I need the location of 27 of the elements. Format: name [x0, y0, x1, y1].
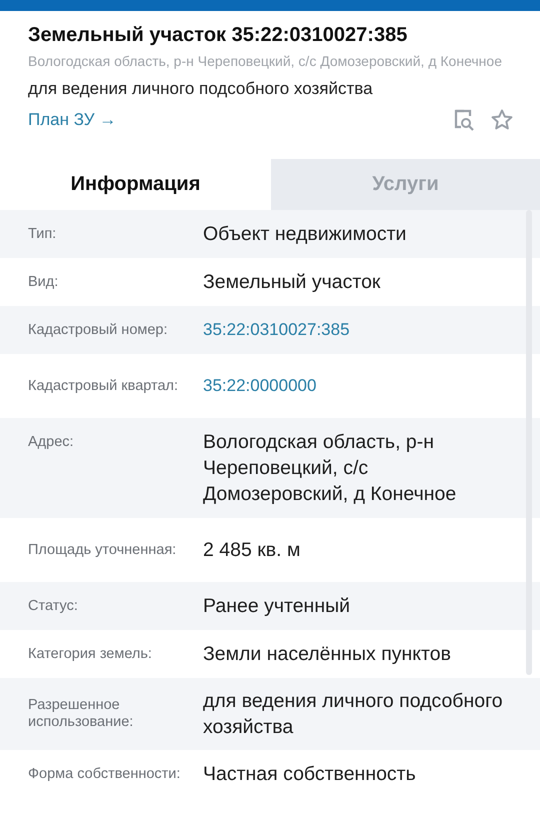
field-label: Категория земель:	[28, 646, 153, 662]
field-label: Разрешенное использование:	[28, 697, 134, 731]
field-label: Статус:	[28, 598, 79, 614]
field-label: Адрес:	[28, 434, 75, 451]
field-label: Кадастровый квартал:	[28, 378, 180, 394]
field-label: Кадастровый номер:	[28, 322, 169, 338]
field-label: Тип:	[28, 226, 58, 242]
field-value: для ведения личного подсобного хозяйства	[203, 689, 504, 740]
field-value: Земельный участок	[203, 270, 382, 295]
field-value: Частная собственность	[203, 762, 417, 787]
field-value: Объект недвижимости	[203, 222, 408, 247]
star-icon[interactable]	[490, 108, 514, 132]
field-label: Площадь уточненная:	[28, 542, 178, 558]
field-value: Земли населённых пунктов	[203, 642, 452, 667]
field-link[interactable]: 35:22:0000000	[203, 373, 516, 399]
field-value: 2 485 кв. м	[203, 538, 302, 563]
field-link[interactable]: 35:22:0310027:385	[203, 317, 516, 343]
field-value: Вологодская область, р-н Череповецкий, с/с Домозеровский, д Конечное	[203, 430, 458, 507]
plan-link[interactable]: План ЗУ →	[28, 110, 116, 130]
parcel-purpose: для ведения личного подсобного хозяйства	[28, 78, 374, 100]
scrollbar[interactable]	[526, 210, 532, 675]
search-icon[interactable]	[452, 108, 476, 132]
field-label: Вид:	[28, 274, 60, 290]
field-value: Ранее учтенный	[203, 594, 351, 619]
parcel-title: Земельный участок 35:22:0310027:385	[28, 23, 408, 48]
field-label: Форма собственности:	[28, 766, 182, 782]
parcel-address: Вологодская область, р-н Череповецкий, с/с Домозеровский, д Конечное	[28, 53, 503, 69]
